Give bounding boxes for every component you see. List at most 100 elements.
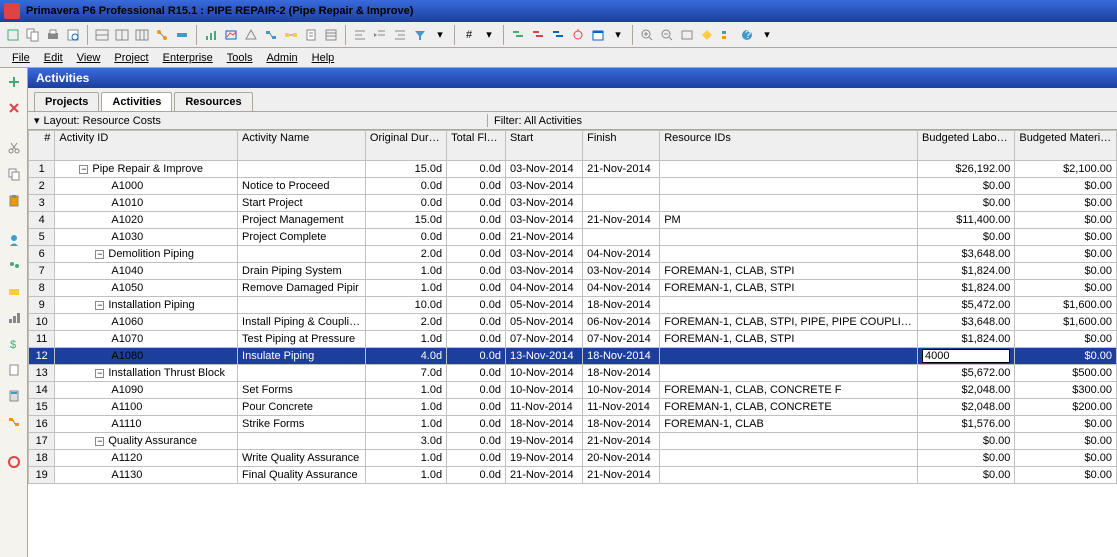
menu-project[interactable]: Project	[108, 50, 154, 66]
palette-delete-icon[interactable]	[4, 98, 24, 118]
cell-original-duration[interactable]: 2.0d	[365, 314, 446, 331]
cell-total-float[interactable]: 0.0d	[447, 263, 506, 280]
palette-expenses-icon[interactable]: $	[4, 334, 24, 354]
table-row[interactable]: 16A1110Strike Forms1.0d0.0d18-Nov-201418…	[29, 416, 1117, 433]
cell-activity-id[interactable]: A1030	[55, 229, 238, 246]
cell-activity-id[interactable]: A1050	[55, 280, 238, 297]
cell-original-duration[interactable]: 15.0d	[365, 161, 446, 178]
cell-original-duration[interactable]: 1.0d	[365, 382, 446, 399]
expander-icon[interactable]: −	[79, 165, 88, 174]
cell-activity-name[interactable]: Project Management	[238, 212, 366, 229]
cell-finish[interactable]	[583, 178, 660, 195]
table-row[interactable]: 11A1070Test Piping at Pressure1.0d0.0d07…	[29, 331, 1117, 348]
cell-budgeted-labor[interactable]: $0.00	[918, 433, 1015, 450]
toolbar-dropdown3-icon[interactable]: ▾	[609, 26, 627, 44]
toolbar-gantt3-icon[interactable]	[549, 26, 567, 44]
cell-start[interactable]: 04-Nov-2014	[505, 280, 582, 297]
cell-budgeted-material[interactable]: $0.00	[1015, 246, 1117, 263]
toolbar-chart1-icon[interactable]	[202, 26, 220, 44]
cell-budgeted-labor[interactable]: $5,672.00	[918, 365, 1015, 382]
menu-admin[interactable]: Admin	[260, 50, 303, 66]
cell-budgeted-labor[interactable]: $0.00	[918, 178, 1015, 195]
table-row[interactable]: 17−Quality Assurance3.0d0.0d19-Nov-20142…	[29, 433, 1117, 450]
menu-help[interactable]: Help	[306, 50, 341, 66]
table-row[interactable]: 6−Demolition Piping2.0d0.0d03-Nov-201404…	[29, 246, 1117, 263]
toolbar-filter-icon[interactable]	[411, 26, 429, 44]
cell-activity-id[interactable]: −Installation Piping	[55, 297, 238, 314]
table-row[interactable]: 13−Installation Thrust Block7.0d0.0d10-N…	[29, 365, 1117, 382]
cell-activity-id[interactable]: A1070	[55, 331, 238, 348]
menu-view[interactable]: View	[71, 50, 107, 66]
table-row[interactable]: 4A1020Project Management15.0d0.0d03-Nov-…	[29, 212, 1117, 229]
cell-resource-ids[interactable]: FOREMAN-1, CLAB, STPI, PIPE, PIPE COUPLI…	[660, 314, 918, 331]
cell-budgeted-labor[interactable]	[918, 348, 1015, 365]
cell-resource-ids[interactable]	[660, 161, 918, 178]
toolbar-indent-icon[interactable]	[371, 26, 389, 44]
toolbar-grid1-icon[interactable]	[93, 26, 111, 44]
cell-budgeted-material[interactable]: $0.00	[1015, 433, 1117, 450]
cell-resource-ids[interactable]: FOREMAN-1, CLAB	[660, 416, 918, 433]
toolbar-schedule-icon[interactable]	[589, 26, 607, 44]
cell-finish[interactable]: 11-Nov-2014	[583, 399, 660, 416]
cell-budgeted-material[interactable]: $0.00	[1015, 467, 1117, 484]
cell-total-float[interactable]: 0.0d	[447, 297, 506, 314]
cell-activity-id[interactable]: A1090	[55, 382, 238, 399]
toolbar-hash-icon[interactable]: #	[460, 26, 478, 44]
toolbar-copy-icon[interactable]	[24, 26, 42, 44]
cell-start[interactable]: 19-Nov-2014	[505, 433, 582, 450]
cell-budgeted-material[interactable]: $1,600.00	[1015, 314, 1117, 331]
cell-finish[interactable]: 21-Nov-2014	[583, 467, 660, 484]
cell-total-float[interactable]: 0.0d	[447, 365, 506, 382]
cell-total-float[interactable]: 0.0d	[447, 331, 506, 348]
cell-finish[interactable]: 04-Nov-2014	[583, 280, 660, 297]
cell-total-float[interactable]: 0.0d	[447, 467, 506, 484]
palette-steps-icon[interactable]	[4, 308, 24, 328]
table-row[interactable]: 8A1050Remove Damaged Pipir1.0d0.0d04-Nov…	[29, 280, 1117, 297]
col-num[interactable]: #	[29, 131, 55, 161]
cell-activity-id[interactable]: A1040	[55, 263, 238, 280]
cell-activity-name[interactable]: Write Quality Assurance	[238, 450, 366, 467]
table-row[interactable]: 5A1030Project Complete0.0d0.0d21-Nov-201…	[29, 229, 1117, 246]
toolbar-trace-icon[interactable]	[262, 26, 280, 44]
table-row[interactable]: 1−Pipe Repair & Improve15.0d0.0d03-Nov-2…	[29, 161, 1117, 178]
cell-activity-name[interactable]	[238, 297, 366, 314]
cell-activity-id[interactable]: A1060	[55, 314, 238, 331]
cell-start[interactable]: 05-Nov-2014	[505, 297, 582, 314]
toolbar-dropdown-icon[interactable]: ▾	[431, 26, 449, 44]
cell-budgeted-labor[interactable]: $5,472.00	[918, 297, 1015, 314]
tab-activities[interactable]: Activities	[101, 92, 172, 111]
cell-activity-id[interactable]: −Pipe Repair & Improve	[55, 161, 238, 178]
cell-activity-id[interactable]: A1010	[55, 195, 238, 212]
cell-total-float[interactable]: 0.0d	[447, 212, 506, 229]
cell-budgeted-material[interactable]: $0.00	[1015, 416, 1117, 433]
cell-start[interactable]: 19-Nov-2014	[505, 450, 582, 467]
cell-resource-ids[interactable]	[660, 467, 918, 484]
cell-activity-name[interactable]: Start Project	[238, 195, 366, 212]
expander-icon[interactable]: −	[95, 250, 104, 259]
cell-activity-name[interactable]	[238, 161, 366, 178]
col-budgeted-material[interactable]: Budgeted Material Cost	[1015, 131, 1117, 161]
cell-finish[interactable]: 18-Nov-2014	[583, 348, 660, 365]
cell-activity-name[interactable]	[238, 246, 366, 263]
cell-budgeted-material[interactable]: $300.00	[1015, 382, 1117, 399]
cell-total-float[interactable]: 0.0d	[447, 195, 506, 212]
layout-selector[interactable]: ▾ Layout: Resource Costs	[28, 114, 488, 127]
menu-edit[interactable]: Edit	[38, 50, 69, 66]
cell-activity-name[interactable]: Test Piping at Pressure	[238, 331, 366, 348]
cell-start[interactable]: 21-Nov-2014	[505, 467, 582, 484]
cell-original-duration[interactable]: 1.0d	[365, 399, 446, 416]
cell-original-duration[interactable]: 1.0d	[365, 450, 446, 467]
cell-total-float[interactable]: 0.0d	[447, 161, 506, 178]
cell-finish[interactable]: 20-Nov-2014	[583, 450, 660, 467]
cell-original-duration[interactable]: 4.0d	[365, 348, 446, 365]
toolbar-legend-icon[interactable]	[718, 26, 736, 44]
cell-activity-name[interactable]	[238, 365, 366, 382]
cell-original-duration[interactable]: 1.0d	[365, 467, 446, 484]
menu-enterprise[interactable]: Enterprise	[157, 50, 219, 66]
cell-total-float[interactable]: 0.0d	[447, 229, 506, 246]
cell-activity-name[interactable]: Remove Damaged Pipir	[238, 280, 366, 297]
palette-cut-icon[interactable]	[4, 138, 24, 158]
cell-resource-ids[interactable]: FOREMAN-1, CLAB, STPI	[660, 331, 918, 348]
cell-budgeted-material[interactable]: $0.00	[1015, 450, 1117, 467]
cell-activity-id[interactable]: A1000	[55, 178, 238, 195]
